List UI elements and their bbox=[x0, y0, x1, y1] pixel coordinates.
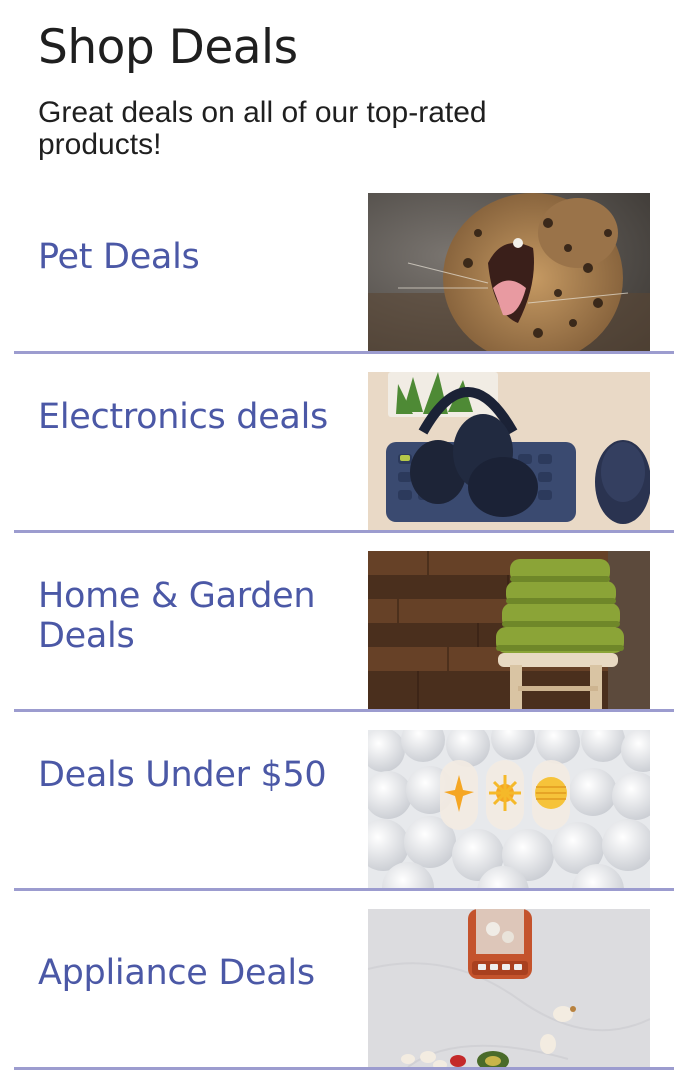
appliance-deals-image bbox=[368, 909, 650, 1067]
home-garden-deals-image bbox=[368, 551, 650, 709]
deal-label-home-garden: Home & Garden Deals bbox=[38, 576, 316, 656]
deal-label-under-50: Deals Under $50 bbox=[38, 755, 327, 795]
deal-divider bbox=[14, 1067, 674, 1070]
deal-item-appliance[interactable]: Appliance Deals bbox=[14, 909, 674, 1088]
leopard-photo-icon bbox=[368, 193, 650, 351]
electronics-deals-image bbox=[368, 372, 650, 530]
under-50-deals-image bbox=[368, 730, 650, 888]
deal-label-appliance: Appliance Deals bbox=[38, 953, 315, 993]
deal-label-pet: Pet Deals bbox=[38, 237, 200, 277]
pet-deals-image bbox=[368, 193, 650, 351]
deal-list: Pet Deals Electronics deals Home & Garde… bbox=[14, 193, 674, 1088]
shop-deals-page: Shop Deals Great deals on all of our top… bbox=[0, 0, 690, 1090]
deal-divider bbox=[14, 530, 674, 533]
towels-photo-icon bbox=[368, 551, 650, 709]
deal-item-under-50[interactable]: Deals Under $50 bbox=[14, 730, 674, 909]
deal-item-pet[interactable]: Pet Deals bbox=[14, 193, 674, 372]
page-subtitle: Great deals on all of our top-rated prod… bbox=[38, 96, 487, 161]
deal-label-electronics: Electronics deals bbox=[38, 397, 328, 437]
deal-divider bbox=[14, 709, 674, 712]
deal-divider bbox=[14, 351, 674, 354]
deal-item-home-garden[interactable]: Home & Garden Deals bbox=[14, 551, 674, 730]
headphones-photo-icon bbox=[368, 372, 650, 530]
deal-item-electronics[interactable]: Electronics deals bbox=[14, 372, 674, 551]
page-title: Shop Deals bbox=[38, 20, 298, 75]
blender-photo-icon bbox=[368, 909, 650, 1067]
deal-divider bbox=[14, 888, 674, 891]
white-balls-photo-icon bbox=[368, 730, 650, 888]
